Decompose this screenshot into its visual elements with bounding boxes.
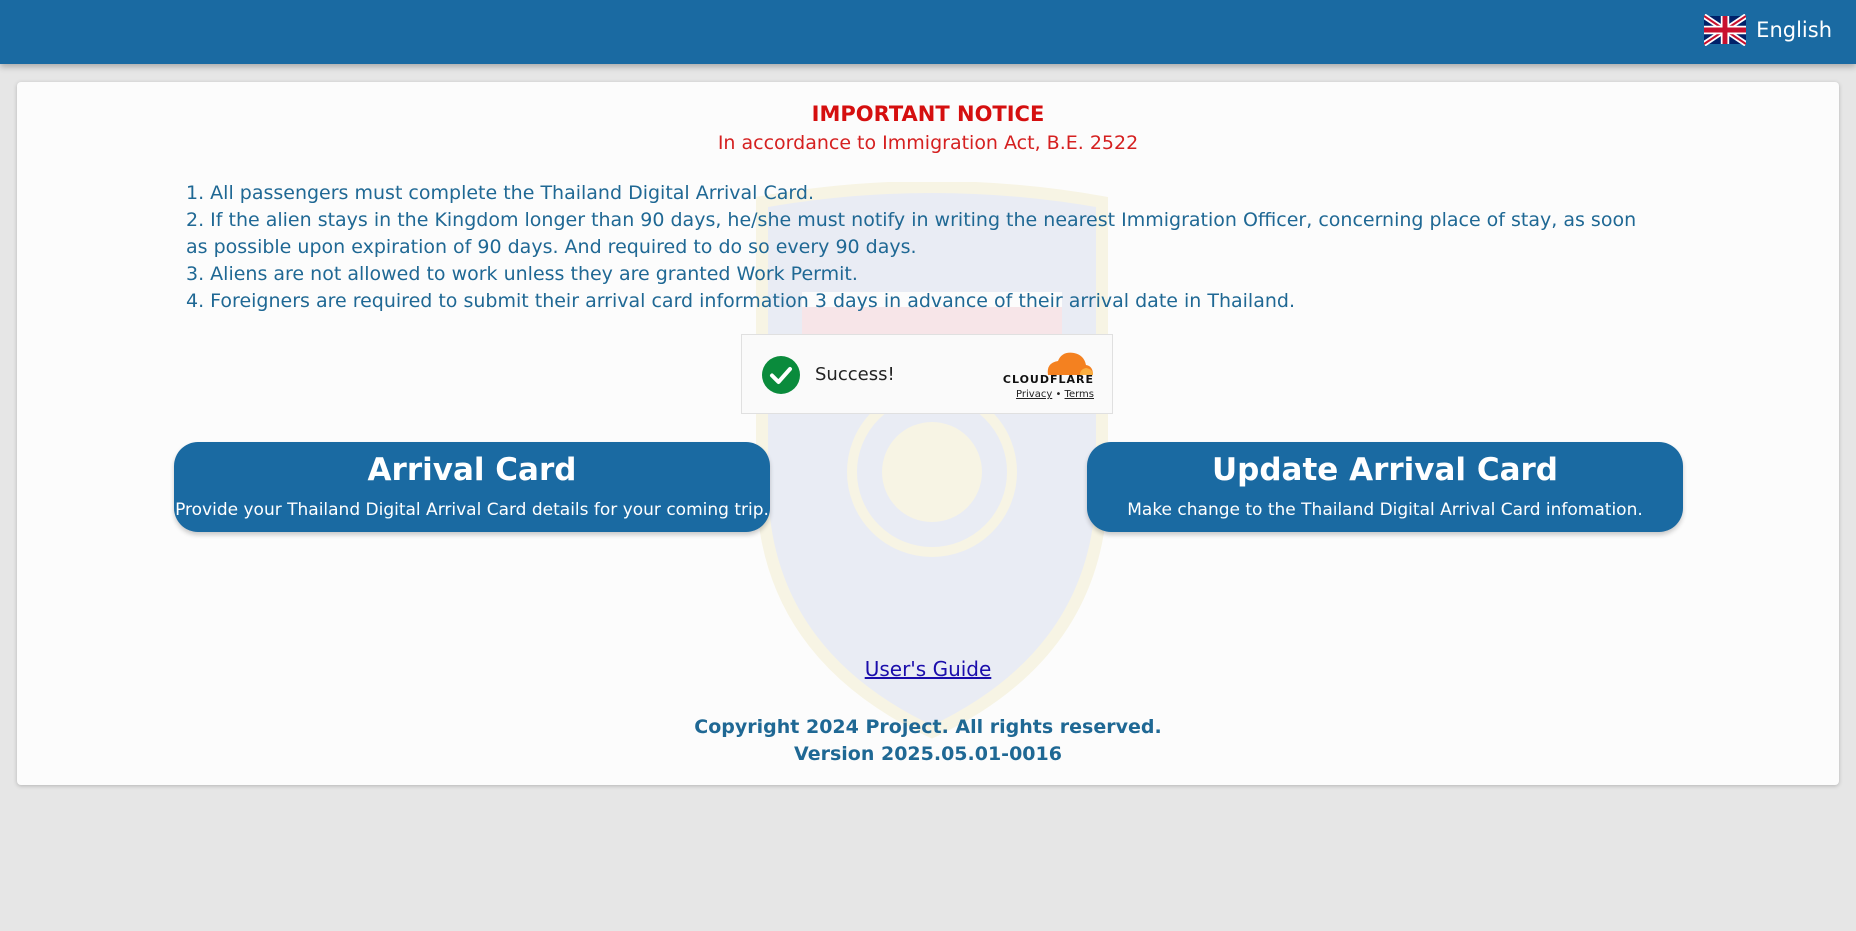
notice-subtitle: In accordance to Immigration Act, B.E. 2… — [717, 132, 1139, 154]
notice-item: 1. All passengers must complete the Thai… — [186, 182, 814, 204]
users-guide-link[interactable]: User's Guide — [865, 657, 992, 681]
privacy-link[interactable]: Privacy — [1016, 389, 1052, 400]
main-card: IMPORTANT NOTICE In accordance to Immigr… — [17, 82, 1839, 785]
language-selector[interactable]: English — [1704, 13, 1832, 47]
language-label: English — [1756, 18, 1832, 42]
arrival-card-description: Provide your Thailand Digital Arrival Ca… — [175, 500, 769, 520]
notice-item: 2. If the alien stays in the Kingdom lon… — [186, 209, 1637, 258]
captcha-status-text: Success! — [815, 364, 895, 385]
uk-flag-icon — [1704, 14, 1747, 46]
notice-list: 1. All passengers must complete the Thai… — [186, 180, 1646, 315]
arrival-card-button[interactable]: Arrival Card Provide your Thailand Digit… — [174, 442, 770, 532]
copyright-text: Copyright 2024 Project. All rights reser… — [694, 716, 1162, 738]
checkmark-circle-icon — [762, 356, 800, 394]
notice-item: 4. Foreigners are required to submit the… — [186, 290, 1295, 312]
link-separator: • — [1055, 389, 1062, 400]
cloudflare-captcha-widget[interactable]: Success! CLOUDFLARE Privacy • Terms — [741, 334, 1113, 414]
footer: Copyright 2024 Project. All rights reser… — [17, 714, 1839, 768]
captcha-links: Privacy • Terms — [1016, 389, 1094, 400]
update-arrival-card-description: Make change to the Thailand Digital Arri… — [1127, 500, 1643, 520]
update-arrival-card-button[interactable]: Update Arrival Card Make change to the T… — [1087, 442, 1683, 532]
cloudflare-name: CLOUDFLARE — [1002, 373, 1094, 386]
arrival-card-title: Arrival Card — [367, 452, 577, 488]
notice-title: IMPORTANT NOTICE — [811, 102, 1045, 126]
update-arrival-card-title: Update Arrival Card — [1212, 452, 1558, 488]
users-guide: User's Guide — [17, 657, 1839, 681]
notice-item: 3. Aliens are not allowed to work unless… — [186, 263, 858, 285]
terms-link[interactable]: Terms — [1065, 389, 1094, 400]
top-bar: English — [0, 0, 1856, 64]
version-text: Version 2025.05.01-0016 — [794, 743, 1062, 765]
